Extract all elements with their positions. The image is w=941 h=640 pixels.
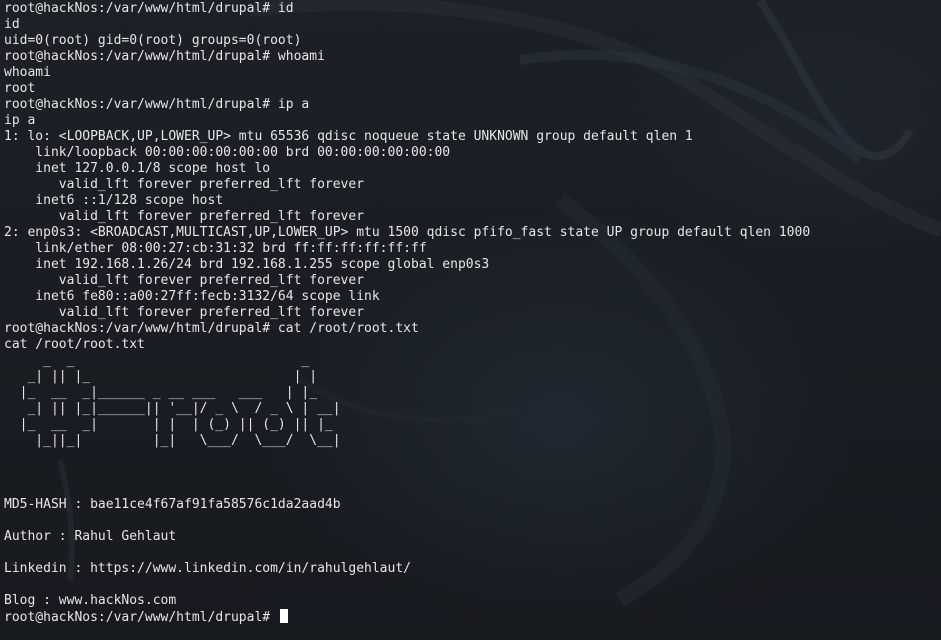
command-prompt-line[interactable]: root@hackNos:/var/www/html/drupal# (4, 609, 941, 625)
terminal-line: id (4, 17, 20, 32)
terminal-line: link/loopback 00:00:00:00:00:00 brd 00:0… (4, 145, 451, 160)
terminal-line: _| || |_|______|| '__|/ _ \ / _ \ | __| (4, 401, 341, 416)
terminal-line: link/ether 08:00:27:cb:31:32 brd ff:ff:f… (4, 241, 427, 256)
terminal-line: valid_lft forever preferred_lft forever (4, 273, 365, 288)
terminal-line: valid_lft forever preferred_lft forever (4, 305, 365, 320)
terminal-line: root@hackNos:/var/www/html/drupal# cat /… (4, 321, 419, 336)
terminal-line: root@hackNos:/var/www/html/drupal# ip a (4, 97, 310, 112)
terminal-line: ip a (4, 113, 36, 128)
terminal-line: 2: enp0s3: <BROADCAST,MULTICAST,UP,LOWER… (4, 225, 811, 240)
terminal-line: |_||_| |_| \___/ \___/ \__| (4, 433, 341, 448)
terminal-line: |_ __ _| | | | (_) || (_) || |_ (4, 417, 341, 432)
terminal-line: inet6 ::1/128 scope host (4, 193, 224, 208)
terminal-line: valid_lft forever preferred_lft forever (4, 209, 365, 224)
terminal-line: valid_lft forever preferred_lft forever (4, 177, 365, 192)
terminal-window[interactable]: root@hackNos:/var/www/html/drupal# id id u… (0, 0, 941, 640)
terminal-line: _| || |_ | | (4, 369, 333, 384)
terminal-line: Blog : www.hackNos.com (4, 593, 177, 608)
text-cursor (279, 609, 288, 623)
terminal-line: cat /root/root.txt (4, 337, 145, 352)
terminal-line: inet 127.0.0.1/8 scope host lo (4, 161, 271, 176)
terminal-line: inet6 fe80::a00:27ff:fecb:3132/64 scope … (4, 289, 380, 304)
terminal-line: inet 192.168.1.26/24 brd 192.168.1.255 s… (4, 257, 490, 272)
terminal-line: 1: lo: <LOOPBACK,UP,LOWER_UP> mtu 65536 … (4, 129, 693, 144)
prompt-text: root@hackNos:/var/www/html/drupal# (4, 610, 278, 625)
terminal-line: whoami (4, 65, 51, 80)
terminal-line: _ _ _ (4, 353, 333, 368)
terminal-line: root@hackNos:/var/www/html/drupal# whoam… (4, 49, 325, 64)
terminal-line: uid=0(root) gid=0(root) groups=0(root) (4, 33, 302, 48)
terminal-line: Linkedin : https://www.linkedin.com/in/r… (4, 561, 411, 576)
terminal-line: MD5-HASH : bae11ce4f67af91fa58576c1da2aa… (4, 497, 341, 512)
terminal-line: root@hackNos:/var/www/html/drupal# id (4, 1, 294, 16)
terminal-output: root@hackNos:/var/www/html/drupal# id id u… (4, 1, 941, 625)
terminal-line: root (4, 81, 36, 96)
terminal-line: |_ __ _|______ _ __ ___ ___ | |_ (4, 385, 325, 400)
terminal-line: Author : Rahul Gehlaut (4, 529, 177, 544)
